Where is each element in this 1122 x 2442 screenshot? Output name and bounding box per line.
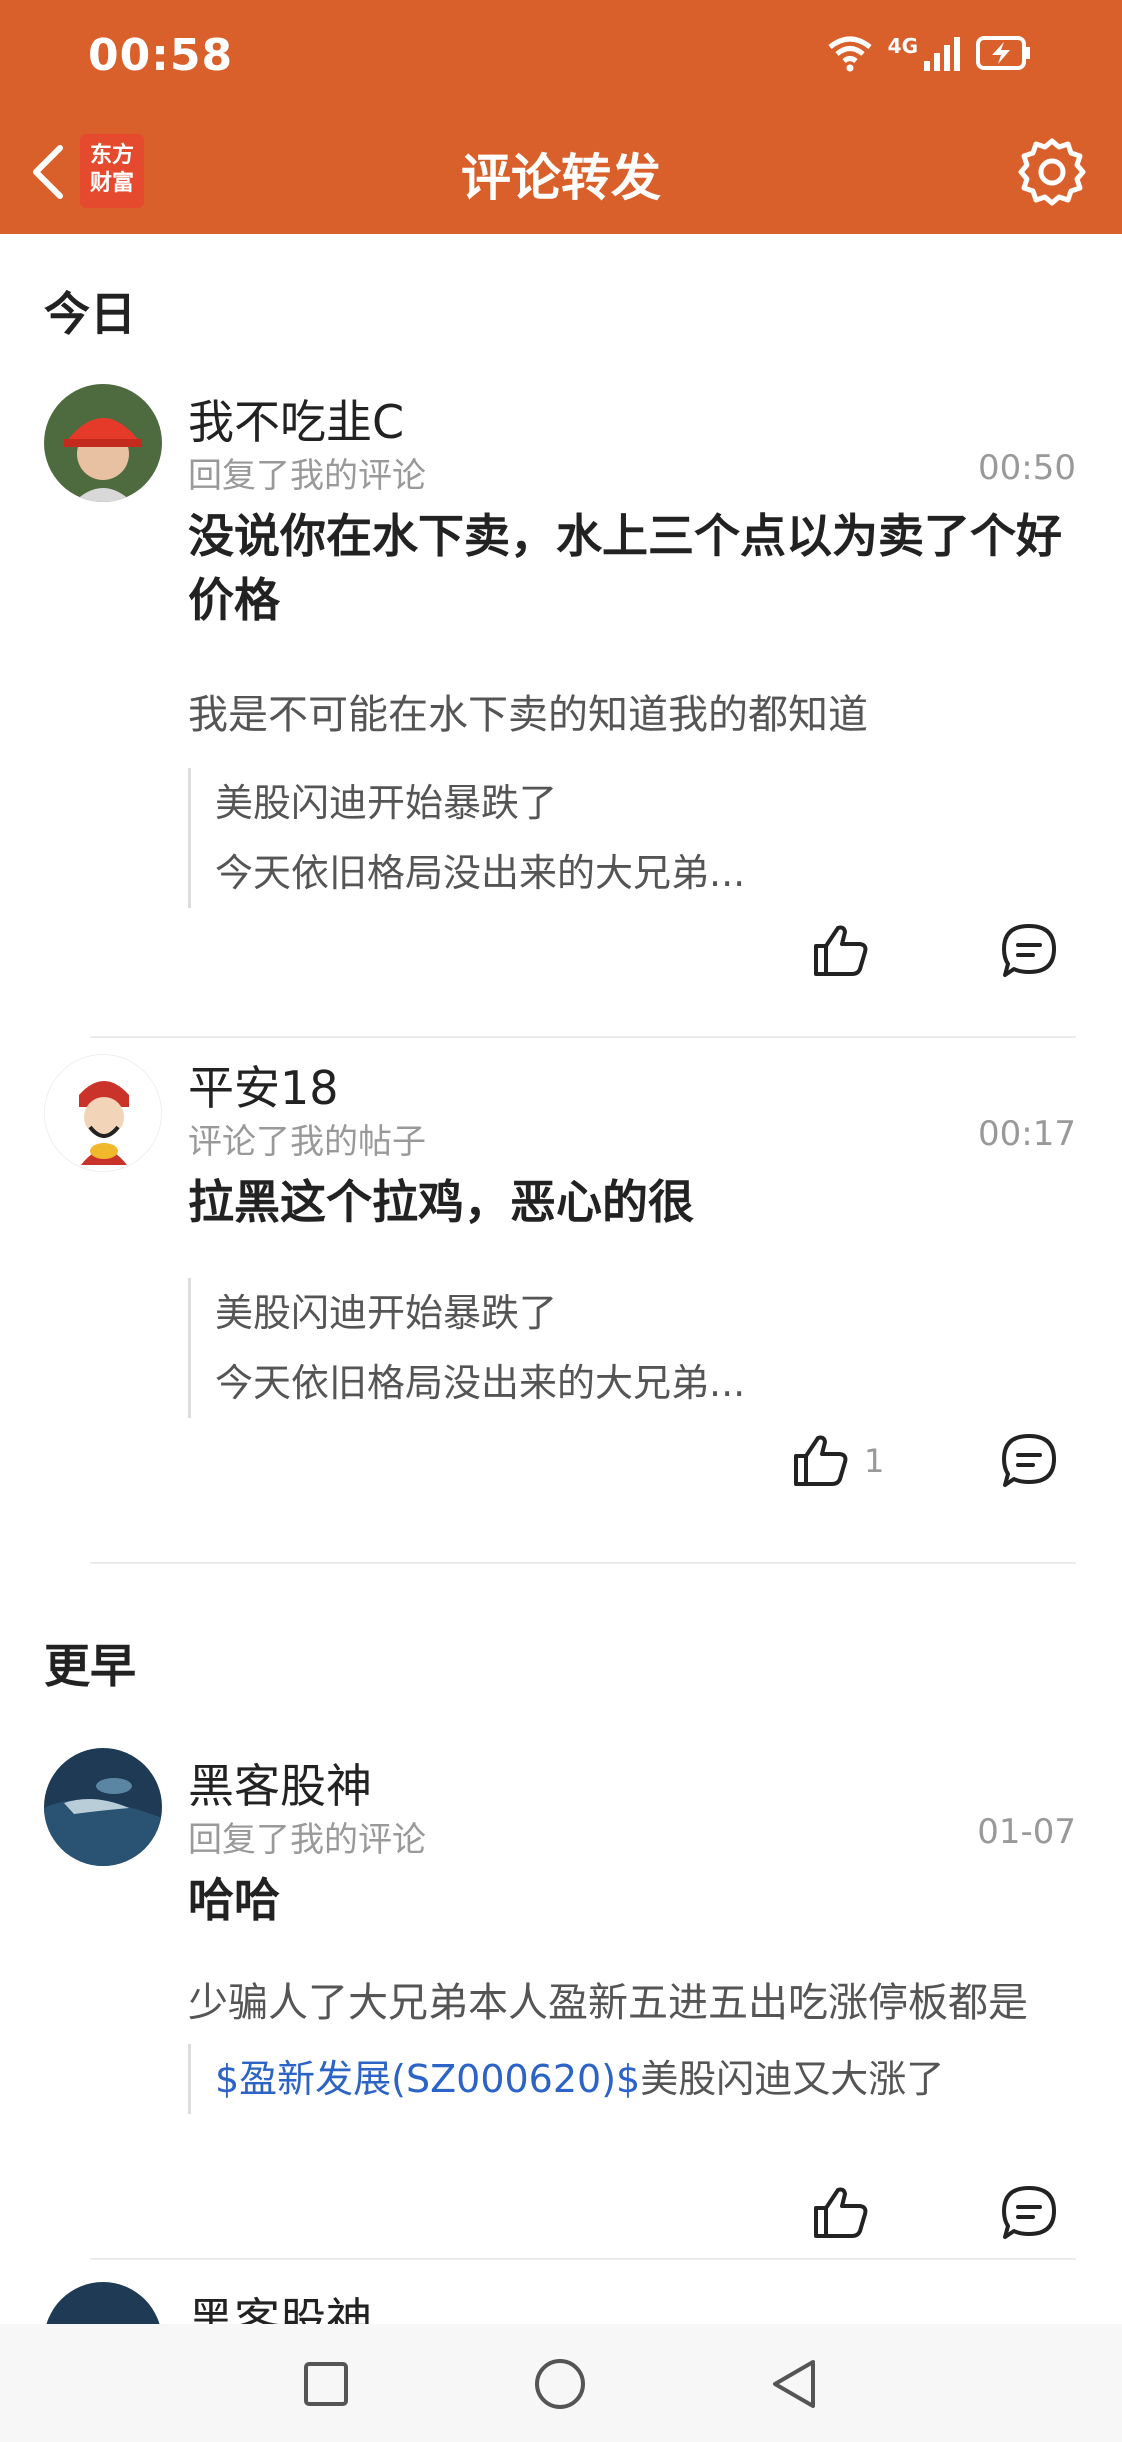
battery-charging-icon: [976, 35, 1032, 75]
quoted-post[interactable]: $盈新发展(SZ000620)$美股闪迪又大涨了: [188, 2044, 1062, 2114]
network-type-label: 4G: [887, 34, 918, 58]
timestamp: 00:17: [978, 1114, 1076, 1154]
reply-button[interactable]: [1000, 2184, 1058, 2246]
notification-list: 今日 我不吃韭C 回复了我的评论 00:50 没说你在水下卖，水上三个点以为卖了…: [0, 234, 1122, 2324]
section-title-today: 今日: [44, 287, 136, 341]
signal-icon: [922, 33, 962, 77]
avatar[interactable]: [44, 384, 162, 502]
app-header: 00:58 4G 东方 财富 评论转发: [0, 0, 1122, 234]
like-button[interactable]: 1: [792, 1434, 884, 1488]
timestamp: 01-07: [977, 1812, 1076, 1852]
comment-icon: [1002, 924, 1056, 977]
square-icon: [304, 2362, 348, 2406]
triangle-back-icon: [773, 2360, 815, 2408]
user-name[interactable]: 我不吃韭C: [188, 386, 404, 452]
comment-text: 哈哈: [188, 1873, 280, 1927]
user-name[interactable]: 黑客股神: [188, 2284, 372, 2324]
user-name[interactable]: 黑客股神: [188, 1750, 372, 1816]
quoted-post-summary: 今天依旧格局没出来的大兄弟...: [215, 1361, 746, 1405]
quoted-post-title-text: 美股闪迪又大涨了: [640, 2057, 945, 2101]
divider: [90, 1562, 1076, 1564]
quoted-post-title: 美股闪迪开始暴跌了: [215, 781, 558, 825]
quoted-post-title: 美股闪迪开始暴跌了: [215, 1291, 558, 1335]
reply-button[interactable]: [1000, 1432, 1058, 1494]
title-bar: 东方 财富 评论转发: [0, 110, 1122, 234]
recents-button[interactable]: [296, 2354, 356, 2414]
status-time: 00:58: [88, 30, 234, 81]
original-reply: 少骗人了大兄弟本人盈新五进五出吃涨停板都是: [188, 1980, 1028, 2026]
comment-text: 拉黑这个拉鸡，恶心的很: [188, 1175, 694, 1229]
gear-icon: [1018, 138, 1086, 206]
comment-text: 没说你在水下卖，水上三个点以为卖了个好价格: [188, 509, 1062, 627]
thumbs-up-icon: [814, 2187, 868, 2238]
timestamp: 00:50: [978, 448, 1076, 488]
avatar[interactable]: [44, 1748, 162, 1866]
action-text: 评论了我的帖子: [188, 1122, 426, 1162]
comment-icon: [1002, 1434, 1056, 1487]
list-item[interactable]: 我不吃韭C 回复了我的评论 00:50 没说你在水下卖，水上三个点以为卖了个好价…: [0, 384, 1122, 977]
wifi-icon: [826, 33, 874, 77]
divider: [90, 2258, 1076, 2260]
reply-button[interactable]: [1000, 922, 1058, 984]
home-button[interactable]: [530, 2354, 590, 2414]
settings-button[interactable]: [1012, 132, 1092, 212]
action-text: 回复了我的评论: [188, 456, 426, 496]
action-text: 回复了我的评论: [188, 1820, 426, 1860]
original-reply: 我是不可能在水下卖的知道我的都知道: [188, 692, 868, 738]
user-name[interactable]: 平安18: [188, 1052, 339, 1118]
list-item[interactable]: 黑客股神: [0, 2282, 1122, 2324]
quoted-post[interactable]: 美股闪迪开始暴跌了 今天依旧格局没出来的大兄弟...: [188, 1278, 1062, 1418]
thumbs-up-icon: [794, 1435, 848, 1486]
avatar[interactable]: [44, 2282, 162, 2324]
circle-icon: [535, 2359, 585, 2409]
quoted-post-title: $盈新发展(SZ000620)$美股闪迪又大涨了: [215, 2044, 1062, 2114]
comment-icon: [1002, 2186, 1056, 2239]
page-title: 评论转发: [461, 149, 661, 207]
list-item[interactable]: 平安18 评论了我的帖子 00:17 拉黑这个拉鸡，恶心的很 美股闪迪开始暴跌了…: [0, 1052, 1122, 1487]
quoted-post[interactable]: 美股闪迪开始暴跌了 今天依旧格局没出来的大兄弟...: [188, 768, 1062, 908]
status-bar: 00:58 4G: [0, 0, 1122, 110]
like-button[interactable]: [812, 2186, 870, 2240]
like-button[interactable]: [812, 924, 870, 978]
divider: [90, 1036, 1076, 1038]
thumbs-up-icon: [814, 925, 868, 976]
section-title-earlier: 更早: [44, 1639, 136, 1693]
avatar[interactable]: [44, 1054, 162, 1172]
status-icons: 4G: [826, 30, 1032, 80]
like-count: 1: [864, 1442, 885, 1480]
list-item[interactable]: 黑客股神 回复了我的评论 01-07 哈哈 少骗人了大兄弟本人盈新五进五出吃涨停…: [0, 1748, 1122, 2239]
stock-link[interactable]: $盈新发展(SZ000620)$: [215, 2057, 640, 2101]
system-nav-bar: [0, 2324, 1122, 2442]
quoted-post-summary: 今天依旧格局没出来的大兄弟...: [215, 851, 746, 895]
back-nav-button[interactable]: [764, 2354, 824, 2414]
